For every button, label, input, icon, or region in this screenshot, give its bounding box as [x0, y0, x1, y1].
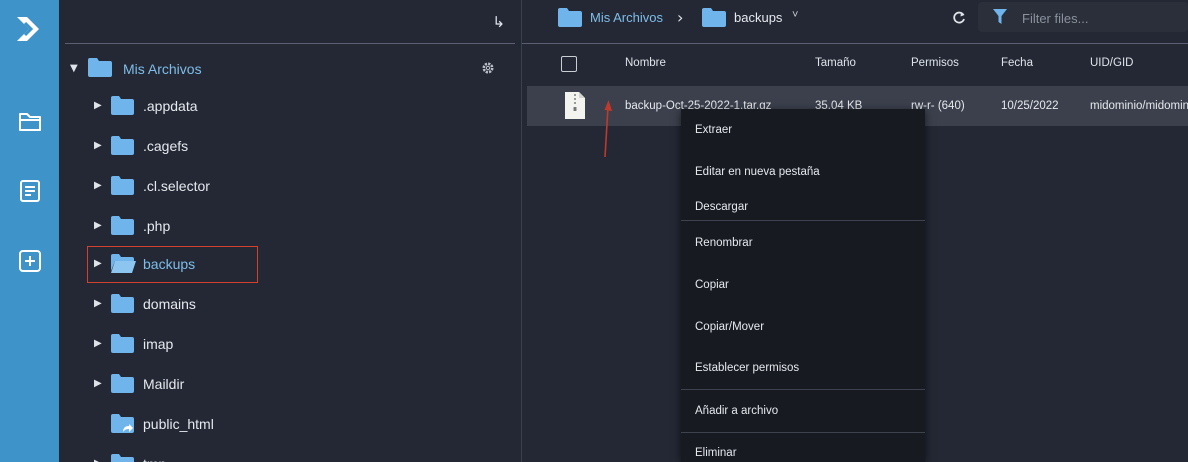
archive-file-icon: [565, 92, 585, 119]
tree-item-label: .appdata: [143, 98, 198, 114]
folder-icon: [111, 176, 134, 195]
breadcrumb-current[interactable]: backups: [734, 10, 782, 25]
menu-item-extract[interactable]: Extraer: [695, 124, 732, 136]
caret-right-icon[interactable]: ▶: [94, 180, 102, 191]
table-header: Nombre Tamaño Permisos Fecha UID/GID: [522, 44, 1188, 84]
refresh-icon[interactable]: [951, 10, 967, 26]
menu-item-rename[interactable]: Renombrar: [695, 237, 753, 249]
file-date: 10/25/2022: [1001, 100, 1059, 112]
folder-icon: [558, 8, 582, 27]
menu-item-add-to-archive[interactable]: Añadir a archivo: [695, 405, 778, 417]
column-size[interactable]: Tamaño: [815, 57, 856, 69]
filter-box: [978, 2, 1188, 32]
tree-item-maildir[interactable]: ▶ Maildir: [59, 366, 521, 402]
folder-icon: [111, 374, 134, 393]
collapse-tree-icon[interactable]: ↳: [492, 13, 505, 31]
tree-item-tmp[interactable]: ▶ tmp: [59, 446, 521, 462]
folder-icon: [111, 334, 134, 353]
annotation-arrow-icon: [604, 100, 612, 158]
filter-icon: [993, 9, 1007, 24]
tree-item-label: domains: [143, 296, 196, 312]
caret-right-icon[interactable]: ▶: [94, 220, 102, 231]
menu-item-copy[interactable]: Copiar: [695, 279, 729, 291]
folder-icon: [111, 454, 134, 462]
tree-item-label: imap: [143, 336, 174, 352]
tree-item-label: .php: [143, 218, 171, 234]
select-all-checkbox[interactable]: [561, 56, 577, 72]
shared-folder-icon: [111, 414, 134, 433]
column-uid[interactable]: UID/GID: [1090, 57, 1133, 69]
tree-item-label: .cagefs: [143, 138, 189, 154]
icon-rail: [0, 0, 59, 462]
tree-item-cl-selector[interactable]: ▶ .cl.selector: [59, 168, 521, 204]
column-name[interactable]: Nombre: [625, 57, 666, 69]
tree-item-domains[interactable]: ▶ domains: [59, 286, 521, 322]
context-menu: Extraer Editar en nueva pestaña Descarga…: [681, 109, 925, 462]
folder-icon: [702, 8, 726, 27]
breadcrumb-root[interactable]: Mis Archivos: [590, 10, 663, 25]
caret-right-icon[interactable]: ▶: [94, 338, 102, 349]
column-permissions[interactable]: Permisos: [911, 57, 959, 69]
menu-item-download[interactable]: Descargar: [695, 201, 748, 213]
caret-down-icon[interactable]: ▼: [70, 63, 78, 74]
tree-root-label: Mis Archivos: [123, 61, 202, 77]
tree-item-php[interactable]: ▶ .php: [59, 208, 521, 244]
add-icon[interactable]: [0, 248, 59, 274]
caret-right-icon[interactable]: ▶: [94, 100, 102, 111]
chevron-down-icon[interactable]: ˅: [792, 9, 798, 21]
tree-item-appdata[interactable]: ▶ .appdata: [59, 88, 521, 124]
file-uid: midominio/midominio: [1090, 100, 1188, 112]
menu-item-copy-move[interactable]: Copiar/Mover: [695, 321, 764, 333]
folder-icon: [111, 216, 134, 235]
tree-item-label: public_html: [143, 416, 214, 432]
menu-divider: [681, 220, 925, 221]
folder-icon: [88, 58, 112, 77]
menu-item-delete[interactable]: Eliminar: [695, 447, 737, 459]
folder-icon: [111, 136, 134, 155]
folder-icon: [111, 294, 134, 313]
caret-right-icon[interactable]: ▶: [94, 298, 102, 309]
tree-item-cagefs[interactable]: ▶ .cagefs: [59, 128, 521, 164]
menu-divider: [681, 432, 925, 433]
tree-header: ↳: [65, 0, 515, 44]
menu-item-set-permissions[interactable]: Establecer permisos: [695, 362, 799, 374]
tree-item-label: .cl.selector: [143, 178, 210, 194]
menu-item-edit-new-tab[interactable]: Editar en nueva pestaña: [695, 166, 820, 178]
caret-right-icon[interactable]: ▶: [94, 458, 102, 462]
folder-icon: [111, 96, 134, 115]
filter-input[interactable]: [1020, 8, 1184, 28]
tree-root-item[interactable]: ▼ Mis Archivos: [59, 52, 521, 84]
toolbar: Mis Archivos › backups ˅: [522, 0, 1188, 44]
folder-icon[interactable]: [0, 109, 59, 133]
column-date[interactable]: Fecha: [1001, 57, 1033, 69]
tree-item-public-html[interactable]: public_html: [59, 406, 521, 442]
document-icon[interactable]: [0, 178, 59, 204]
tree-item-label: tmp: [143, 456, 166, 462]
caret-right-icon[interactable]: ▶: [94, 140, 102, 151]
caret-right-icon[interactable]: ▶: [94, 378, 102, 389]
tree-item-label: Maildir: [143, 376, 185, 392]
logo-icon[interactable]: [0, 12, 59, 46]
menu-divider: [681, 389, 925, 390]
folder-tree: ↳ ▼ Mis Archivos ▶ .appdata ▶ .cagefs ▶ …: [59, 0, 521, 462]
tree-item-imap[interactable]: ▶ imap: [59, 326, 521, 362]
highlight-box: [87, 246, 258, 283]
breadcrumb-separator-icon: ›: [677, 8, 684, 27]
gear-icon[interactable]: [480, 60, 496, 76]
